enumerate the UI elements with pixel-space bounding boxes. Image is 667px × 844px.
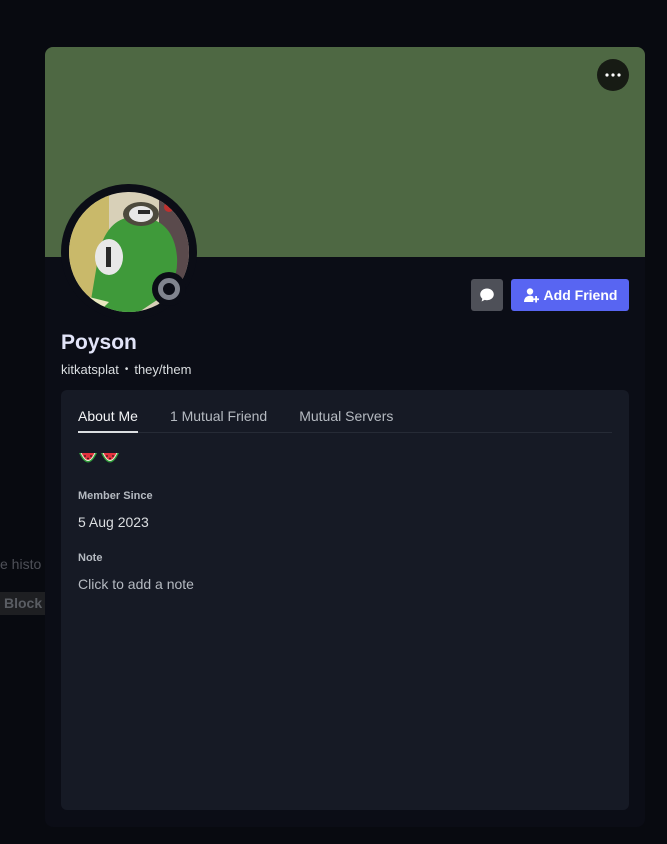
member-since-value: 5 Aug 2023 xyxy=(78,514,149,530)
send-message-button[interactable] xyxy=(471,279,503,311)
avatar-container[interactable] xyxy=(61,184,197,320)
background-history-text: e histo xyxy=(0,556,42,572)
add-friend-button[interactable]: Add Friend xyxy=(511,279,629,311)
add-friend-label: Add Friend xyxy=(543,287,618,303)
pronouns: they/them xyxy=(134,362,192,377)
background-block-button: Block xyxy=(0,592,45,615)
ellipsis-icon xyxy=(605,73,621,77)
display-name: Poyson xyxy=(61,331,137,354)
chat-bubble-icon xyxy=(480,288,494,302)
profile-info-card: About Me 1 Mutual Friend Mutual Servers xyxy=(61,390,629,810)
note-input[interactable]: Click to add a note xyxy=(78,576,194,592)
member-since-label: Member Since xyxy=(78,490,153,502)
tab-mutual-friends[interactable]: 1 Mutual Friend xyxy=(170,408,267,433)
watermelon-icon xyxy=(79,453,97,463)
user-profile-modal: Add Friend Poyson kitkatsplat • they/the… xyxy=(45,47,645,827)
status-indicator xyxy=(152,272,186,306)
more-options-button[interactable] xyxy=(597,59,629,91)
note-label: Note xyxy=(78,552,103,564)
person-add-icon xyxy=(523,288,539,303)
offline-status-icon xyxy=(158,278,180,300)
watermelon-icon xyxy=(101,453,119,463)
profile-tabs: About Me 1 Mutual Friend Mutual Servers xyxy=(78,408,612,433)
bio-text xyxy=(78,450,120,466)
username[interactable]: kitkatsplat xyxy=(61,362,119,377)
tab-about-me[interactable]: About Me xyxy=(78,408,138,433)
tab-mutual-servers[interactable]: Mutual Servers xyxy=(299,408,393,433)
separator-dot: • xyxy=(124,364,129,375)
username-line: kitkatsplat • they/them xyxy=(61,362,191,377)
